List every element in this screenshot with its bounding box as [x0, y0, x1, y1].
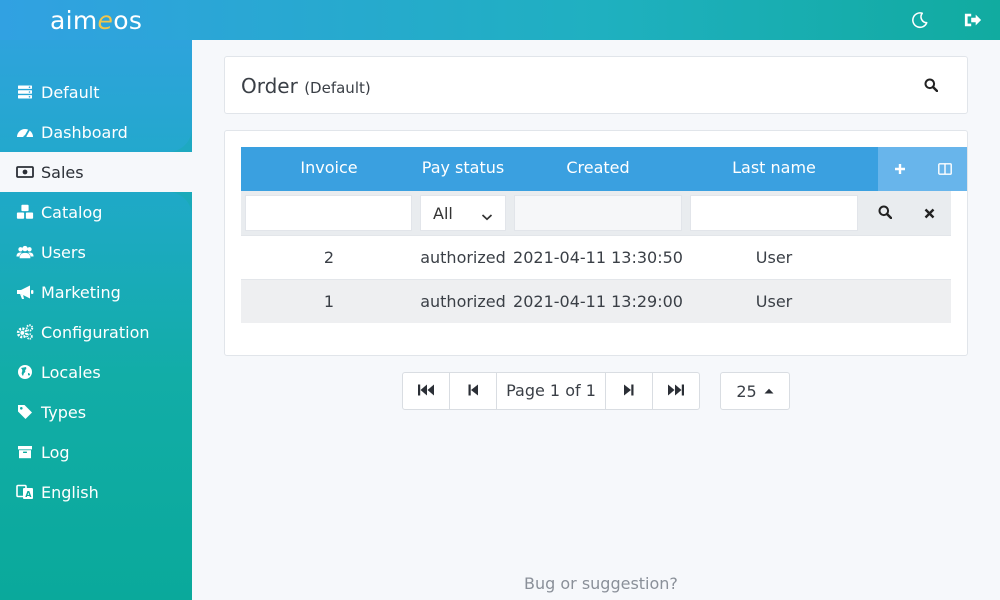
- sign-out-icon[interactable]: [961, 8, 985, 32]
- globe-icon: [16, 363, 34, 381]
- header-search-button[interactable]: [919, 74, 943, 98]
- table-row[interactable]: 1 authorized 2021-04-11 13:29:00 User: [241, 279, 951, 323]
- column-header-last-name[interactable]: Last name: [686, 147, 862, 191]
- last-name-filter-input[interactable]: [690, 195, 858, 231]
- sidebar-item-label: Catalog: [41, 202, 103, 222]
- invoice-filter-input[interactable]: [245, 195, 412, 231]
- sidebar-item-label: Types: [41, 402, 87, 422]
- sidebar-item-log[interactable]: Log: [16, 432, 70, 472]
- created-filter-input[interactable]: [514, 195, 682, 231]
- users-icon: [16, 243, 34, 261]
- fast-backward-icon: [417, 382, 435, 401]
- add-button[interactable]: [878, 147, 922, 191]
- step-backward-icon: [467, 382, 479, 401]
- columns-button[interactable]: [922, 147, 967, 191]
- cell-pay-status: authorized: [420, 292, 506, 311]
- filter-row: All: [241, 191, 951, 235]
- top-bar: aimeos: [0, 0, 1000, 40]
- cubes-icon: [16, 203, 34, 221]
- cell-created: 2021-04-11 13:30:50: [513, 248, 683, 267]
- last-page-button[interactable]: [653, 373, 699, 409]
- sidebar-item-label: English: [41, 482, 99, 502]
- header-actions: [878, 147, 967, 191]
- tag-icon: [16, 403, 34, 421]
- sidebar-item-label: Default: [41, 82, 100, 102]
- cell-last-name: User: [755, 248, 793, 267]
- bug-report-link[interactable]: Bug or suggestion?: [524, 574, 678, 593]
- fast-forward-icon: [667, 382, 685, 401]
- sidebar-item-label: Dashboard: [41, 122, 128, 142]
- sidebar-item-label: Sales: [41, 162, 84, 182]
- sidebar-item-sales[interactable]: Sales: [16, 152, 84, 192]
- sidebar-item-users[interactable]: Users: [16, 232, 86, 272]
- cell-pay-status: authorized: [420, 248, 506, 267]
- cell-last-name: User: [755, 292, 793, 311]
- sidebar: Default Dashboard Sales Catalog Users Ma…: [0, 40, 192, 600]
- columns-icon: [937, 160, 952, 179]
- search-icon: [924, 77, 939, 96]
- sidebar-item-catalog[interactable]: Catalog: [16, 192, 102, 232]
- sidebar-item-label: Log: [41, 442, 70, 462]
- previous-page-button[interactable]: [450, 373, 497, 409]
- sidebar-item-label: Users: [41, 242, 86, 262]
- language-icon: A: [16, 483, 34, 501]
- cell-invoice: 2: [323, 248, 335, 267]
- page-size-select[interactable]: 25: [720, 372, 790, 410]
- pay-status-filter-value: All: [433, 204, 453, 223]
- sidebar-item-label: Marketing: [41, 282, 121, 302]
- svg-text:A: A: [25, 490, 32, 499]
- page-indicator: Page 1 of 1: [497, 373, 606, 409]
- column-header-created[interactable]: Created: [513, 147, 683, 191]
- sidebar-item-dashboard[interactable]: Dashboard: [16, 112, 128, 152]
- bullhorn-icon: [16, 283, 34, 301]
- column-header-invoice[interactable]: Invoice: [245, 147, 413, 191]
- page-header: Order (Default): [224, 56, 968, 114]
- filter-clear-button[interactable]: [907, 191, 951, 235]
- search-icon: [878, 204, 892, 223]
- order-list-card: Invoice Pay status Created Last name All…: [224, 130, 968, 356]
- pagination: Page 1 of 1: [402, 372, 700, 410]
- tachometer-icon: [16, 123, 34, 141]
- archive-icon: [16, 443, 34, 461]
- sidebar-item-label: Locales: [41, 362, 101, 382]
- page-title: Order (Default): [241, 74, 371, 98]
- step-forward-icon: [623, 382, 635, 401]
- next-page-button[interactable]: [606, 373, 653, 409]
- cell-invoice: 1: [323, 292, 335, 311]
- sidebar-item-label: Configuration: [41, 322, 150, 342]
- column-header-pay-status[interactable]: Pay status: [413, 147, 513, 191]
- page-subtitle: (Default): [304, 79, 371, 97]
- sidebar-item-english[interactable]: A English: [16, 472, 99, 512]
- money-bill-icon: [16, 163, 34, 181]
- first-page-button[interactable]: [403, 373, 450, 409]
- table-row[interactable]: 2 authorized 2021-04-11 13:30:50 User: [241, 235, 951, 279]
- plus-icon: [894, 160, 906, 179]
- aimeos-logo[interactable]: aimeos: [50, 6, 142, 35]
- page-size-value: 25: [736, 381, 757, 401]
- cell-created: 2021-04-11 13:29:00: [513, 292, 683, 311]
- server-icon: [16, 83, 34, 101]
- filter-search-button[interactable]: [862, 191, 907, 235]
- caret-up-icon: [764, 388, 774, 394]
- pay-status-filter-select[interactable]: All: [420, 195, 506, 231]
- cogs-icon: [16, 323, 34, 341]
- sidebar-item-configuration[interactable]: Configuration: [16, 312, 150, 352]
- chevron-down-icon: [481, 207, 493, 226]
- sidebar-item-marketing[interactable]: Marketing: [16, 272, 121, 312]
- sidebar-item-types[interactable]: Types: [16, 392, 86, 432]
- moon-icon[interactable]: [908, 8, 932, 32]
- table-header: Invoice Pay status Created Last name: [241, 147, 967, 191]
- sidebar-item-default[interactable]: Default: [16, 72, 99, 112]
- sidebar-item-locales[interactable]: Locales: [16, 352, 101, 392]
- close-icon: [924, 204, 935, 223]
